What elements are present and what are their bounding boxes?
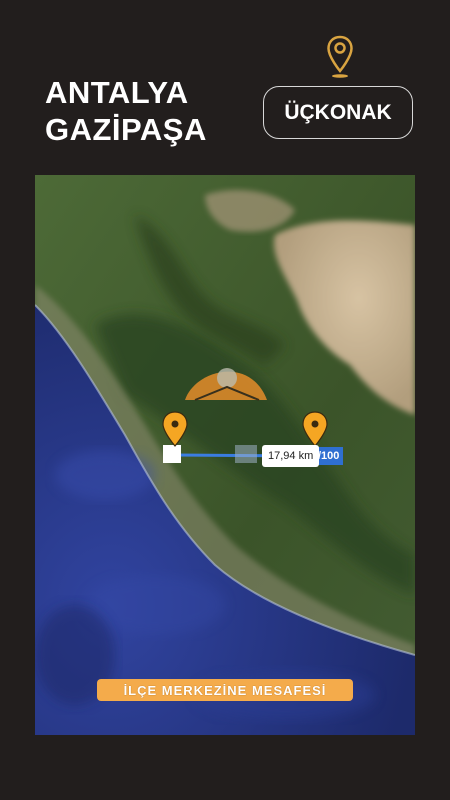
village-button[interactable]: ÜÇKONAK xyxy=(263,86,413,139)
location-title: ANTALYA GAZİPAŞA xyxy=(45,74,207,148)
province-name: ANTALYA xyxy=(45,75,189,110)
district-name: GAZİPAŞA xyxy=(45,112,207,147)
district-center-square xyxy=(163,445,181,463)
distance-caption: İLÇE MERKEZİNE MESAFESİ xyxy=(97,679,353,701)
satellite-map[interactable]: /100 17,94 km İLÇE MERKEZİNE MESAFESİ xyxy=(35,175,415,735)
distance-label: 17,94 km xyxy=(262,445,320,467)
location-pin-icon xyxy=(327,35,353,78)
route-midpoint xyxy=(235,445,257,463)
map-canvas xyxy=(35,175,415,735)
